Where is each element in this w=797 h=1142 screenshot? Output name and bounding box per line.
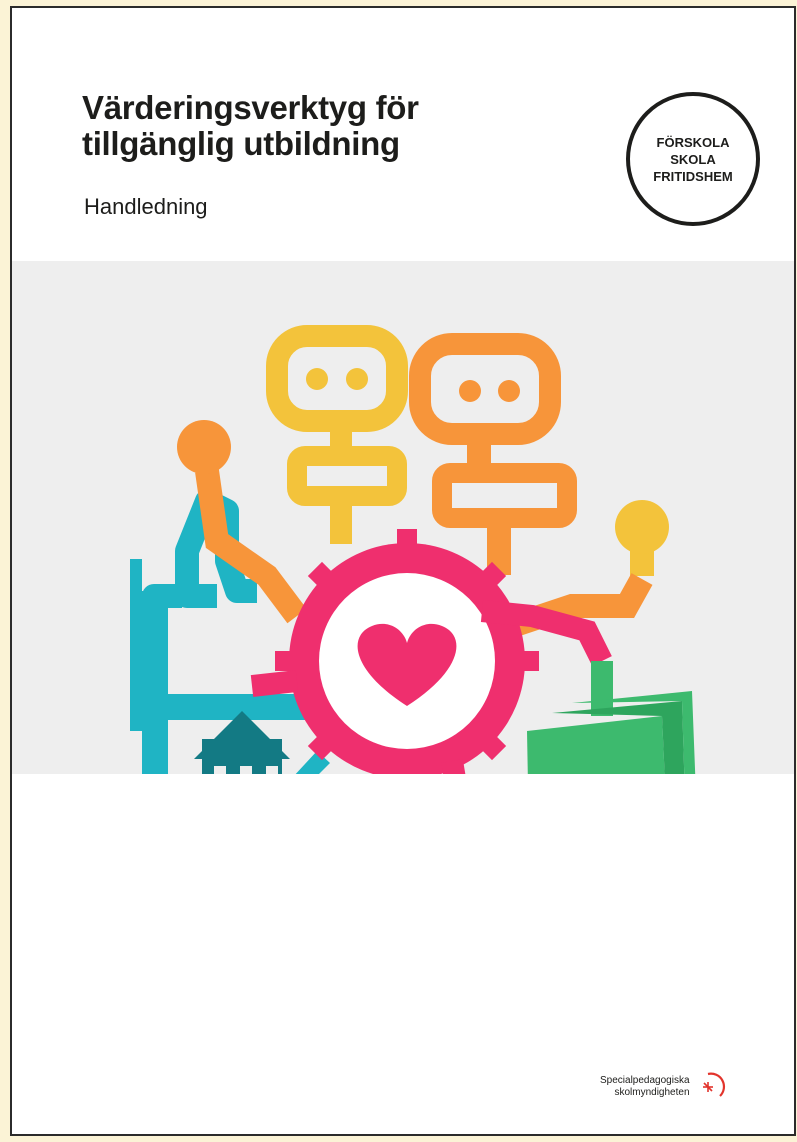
publisher-line2: skolmyndigheten bbox=[614, 1087, 690, 1098]
cover-page: Värderingsverktyg för tillgänglig utbild… bbox=[10, 6, 796, 1136]
cover-illustration: a b c bbox=[130, 325, 696, 774]
house-icon bbox=[194, 711, 290, 774]
pink-connector-left bbox=[250, 670, 299, 697]
publisher-logo: Specialpedagogiska skolmyndigheten bbox=[600, 1070, 728, 1104]
badge-line-fritidshem: FRITIDSHEM bbox=[653, 168, 733, 184]
teal-frame-left bbox=[142, 591, 168, 774]
cover-subtitle: Handledning bbox=[84, 194, 208, 219]
orange-arm-left-hand bbox=[177, 420, 231, 474]
publisher-line1: Specialpedagogiska bbox=[600, 1075, 690, 1086]
cover-title: Värderingsverktyg för tillgänglig utbild… bbox=[82, 90, 419, 162]
yellow-arm-right-hand bbox=[615, 500, 669, 554]
yellow-robot bbox=[266, 325, 408, 544]
cover-title-line2: tillgänglig utbildning bbox=[82, 125, 400, 162]
badge-line-forskola: FÖRSKOLA bbox=[656, 134, 730, 150]
orange-robot bbox=[409, 333, 577, 575]
pink-connector-bottom bbox=[441, 759, 466, 774]
illustration-band: a b c bbox=[12, 261, 794, 774]
school-level-badge: FÖRSKOLA SKOLA FRITIDSHEM bbox=[626, 92, 760, 226]
spsm-logo-icon bbox=[702, 1072, 725, 1097]
cover-title-line1: Värderingsverktyg för bbox=[82, 89, 419, 126]
book-icon: a b c bbox=[527, 691, 696, 774]
badge-line-skola: SKOLA bbox=[670, 151, 716, 167]
